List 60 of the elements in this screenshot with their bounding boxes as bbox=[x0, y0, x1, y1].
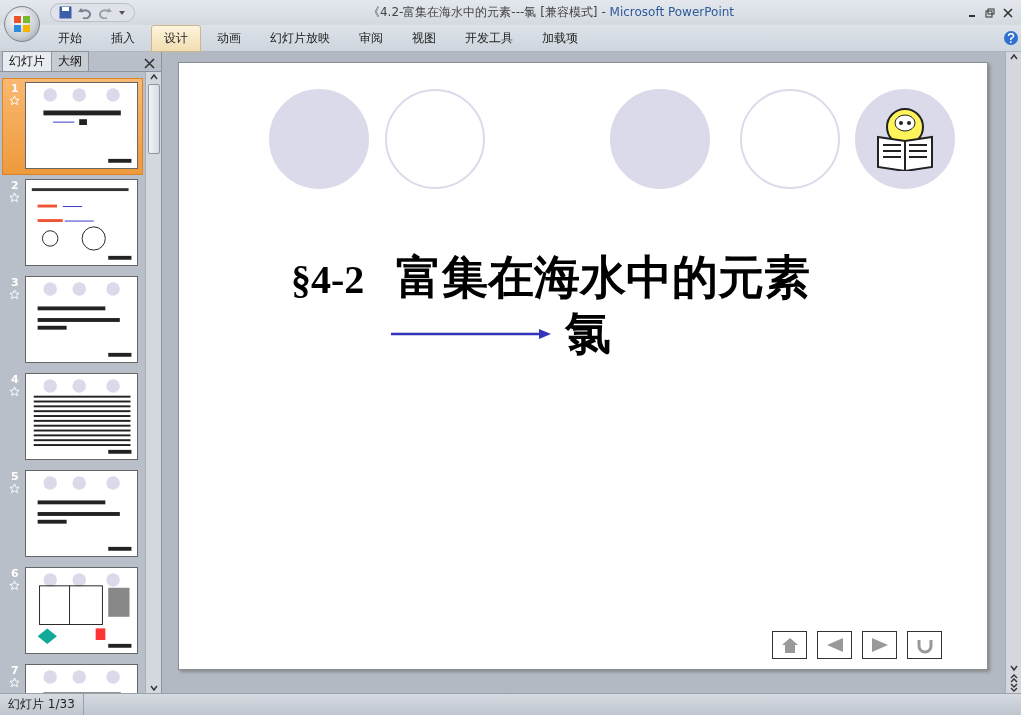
previous-nav-button[interactable] bbox=[817, 631, 852, 659]
ribbon-tab[interactable]: 加载项 bbox=[529, 24, 591, 52]
undo-icon[interactable] bbox=[78, 6, 92, 19]
star-icon bbox=[9, 677, 21, 688]
slide-thumbnail[interactable] bbox=[24, 82, 138, 169]
star-icon bbox=[9, 95, 21, 106]
slide-number: 1 bbox=[11, 82, 19, 95]
slide-thumbnail[interactable] bbox=[24, 567, 138, 654]
restore-icon[interactable] bbox=[985, 7, 995, 18]
scroll-up-icon[interactable] bbox=[1008, 52, 1019, 62]
slide-counter: 幻灯片 1/33 bbox=[0, 694, 84, 715]
slide-thumbnail[interactable] bbox=[24, 179, 138, 266]
slide-title: 富集在海水中的元素 bbox=[396, 249, 811, 306]
star-icon bbox=[9, 483, 21, 494]
scrollbar[interactable] bbox=[1005, 52, 1021, 693]
office-logo-icon bbox=[12, 14, 32, 34]
ribbon-tab[interactable]: 动画 bbox=[204, 24, 254, 52]
star-icon bbox=[9, 386, 21, 397]
ribbon-tab[interactable]: 开始 bbox=[45, 24, 95, 52]
close-icon[interactable] bbox=[1003, 7, 1013, 18]
slide-number: 3 bbox=[11, 276, 19, 289]
panel-tab[interactable]: 幻灯片 bbox=[2, 51, 52, 71]
home-nav-button[interactable] bbox=[772, 631, 807, 659]
slide-number: 2 bbox=[11, 179, 19, 192]
slide-number: 7 bbox=[11, 664, 19, 677]
slide-thumbnail[interactable] bbox=[24, 276, 138, 363]
close-icon[interactable] bbox=[144, 57, 155, 71]
scroll-down-icon[interactable] bbox=[1008, 663, 1019, 673]
window-title: 《4.2-富集在海水中的元素---氯 [兼容模式] - Microsoft PowerPoint bbox=[366, 4, 736, 21]
star-icon bbox=[9, 289, 21, 300]
slide-number: 4 bbox=[11, 373, 19, 386]
return-nav-button[interactable] bbox=[907, 631, 942, 659]
save-icon[interactable] bbox=[59, 6, 72, 19]
previous-slide-icon[interactable] bbox=[1008, 673, 1019, 683]
ribbon-tab[interactable]: 视图 bbox=[399, 24, 449, 52]
slide-thumbnail[interactable] bbox=[24, 373, 138, 460]
scrollbar[interactable] bbox=[145, 72, 161, 693]
star-icon bbox=[9, 192, 21, 203]
slide-number: 5 bbox=[11, 470, 19, 483]
customize-caret-icon[interactable] bbox=[118, 8, 126, 17]
section-number: §4-2 bbox=[291, 256, 365, 303]
office-button[interactable] bbox=[4, 6, 40, 42]
help-icon[interactable] bbox=[1004, 31, 1018, 45]
scroll-up-icon[interactable] bbox=[148, 72, 159, 82]
ribbon-tab[interactable]: 幻灯片放映 bbox=[257, 24, 343, 52]
ribbon-tab[interactable]: 审阅 bbox=[346, 24, 396, 52]
slide-thumbnail[interactable] bbox=[24, 470, 138, 557]
scroll-down-icon[interactable] bbox=[148, 683, 159, 693]
ribbon-tab[interactable]: 插入 bbox=[98, 24, 148, 52]
right-triangle-icon bbox=[869, 636, 890, 654]
panel-tab[interactable]: 大纲 bbox=[51, 51, 89, 71]
next-slide-icon[interactable] bbox=[1008, 683, 1019, 693]
slide-number: 6 bbox=[11, 567, 19, 580]
slide-subtitle: 氯 bbox=[565, 305, 611, 362]
newspaper-reader-drawing bbox=[874, 107, 936, 171]
scroll-thumb[interactable] bbox=[147, 84, 160, 154]
next-nav-button[interactable] bbox=[862, 631, 897, 659]
ribbon-tab[interactable]: 设计 bbox=[151, 24, 201, 52]
star-icon bbox=[9, 580, 21, 591]
ribbon-tab[interactable]: 开发工具 bbox=[452, 24, 526, 52]
